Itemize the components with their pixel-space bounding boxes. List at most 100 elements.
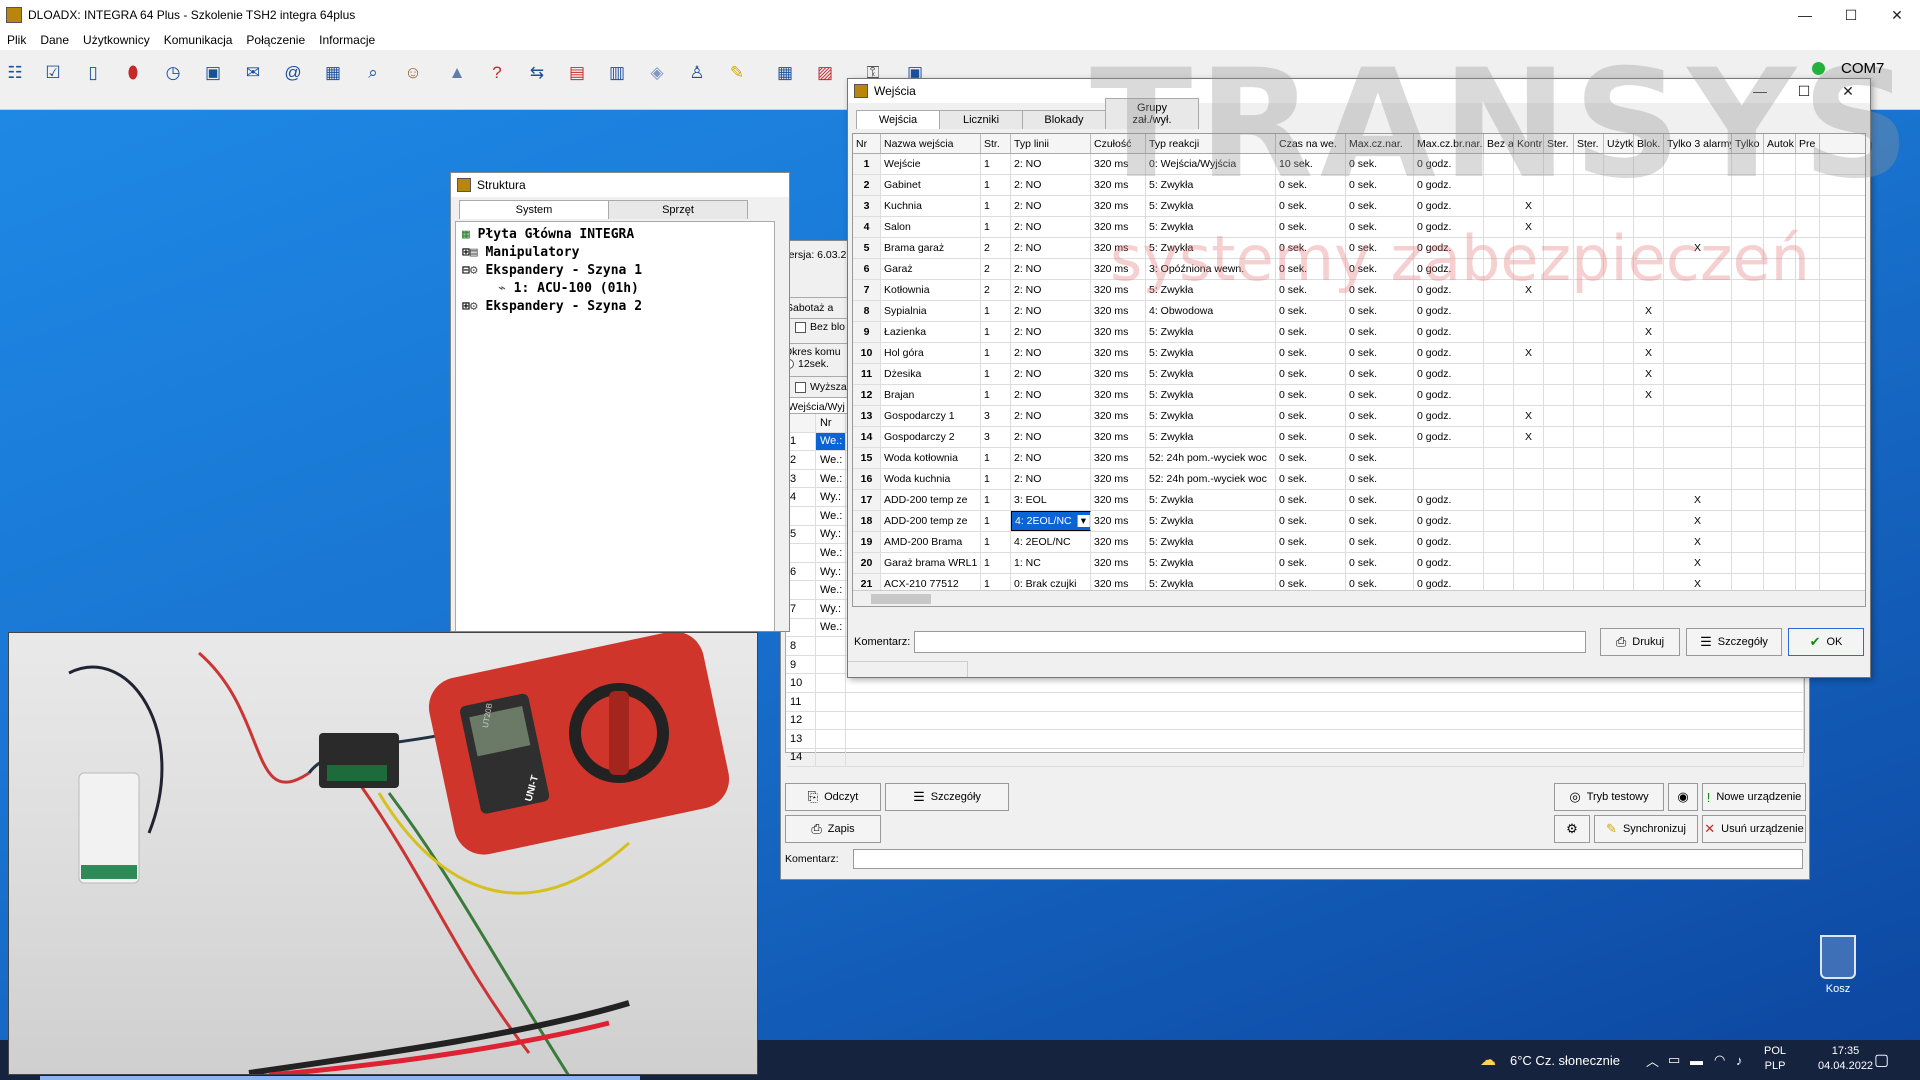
table-cell[interactable]	[1634, 406, 1664, 426]
table-cell[interactable]	[1604, 259, 1634, 279]
column-header[interactable]: Czułość	[1091, 134, 1146, 153]
table-cell[interactable]	[1544, 343, 1574, 363]
table-cell[interactable]: 0 sek.	[1346, 196, 1414, 216]
column-header[interactable]: Nazwa wejścia	[881, 134, 981, 153]
grid-cell-label[interactable]: We.:	[816, 618, 846, 637]
column-header[interactable]: Blok.	[1634, 134, 1664, 153]
menu-komunikacja[interactable]: Komunikacja	[157, 33, 240, 47]
table-cell[interactable]	[1732, 490, 1764, 510]
table-cell[interactable]: 5: Zwykła	[1146, 553, 1276, 573]
grid-row[interactable]: 12	[786, 711, 1804, 731]
table-cell[interactable]: 2: NO	[1011, 364, 1091, 384]
table-cell[interactable]: 0 sek.	[1276, 490, 1346, 510]
table-cell[interactable]: 2: NO	[1011, 154, 1091, 174]
table-cell[interactable]: 320 ms	[1091, 196, 1146, 216]
table-cell[interactable]	[1764, 196, 1796, 216]
close-button[interactable]: ✕	[1826, 76, 1870, 106]
table-cell[interactable]	[1514, 238, 1544, 258]
grid-cell-label[interactable]: Wy.:	[816, 562, 846, 581]
table-cell[interactable]: 0 godz.	[1414, 532, 1484, 552]
table-cell[interactable]: 2: NO	[1011, 301, 1091, 321]
table-cell[interactable]: 5: Zwykła	[1146, 322, 1276, 342]
table-cell[interactable]: 5	[853, 238, 881, 258]
table-cell[interactable]	[1484, 259, 1514, 279]
table-cell[interactable]	[1664, 448, 1732, 468]
table-cell[interactable]	[1574, 343, 1604, 363]
table-cell[interactable]: 1	[981, 532, 1011, 552]
table-cell[interactable]	[1604, 238, 1634, 258]
table-cell[interactable]: 0 sek.	[1346, 259, 1414, 279]
table-cell[interactable]: 320 ms	[1091, 364, 1146, 384]
table-cell[interactable]	[1604, 280, 1634, 300]
table-cell[interactable]: 5: Zwykła	[1146, 490, 1276, 510]
table-cell[interactable]: 320 ms	[1091, 280, 1146, 300]
table-cell[interactable]	[1764, 322, 1796, 342]
chevron-down-icon[interactable]: ▾	[1076, 515, 1090, 527]
table-cell[interactable]: X	[1514, 406, 1544, 426]
column-header[interactable]: Tylko 3 alarmy	[1664, 134, 1732, 153]
table-cell[interactable]	[1732, 427, 1764, 447]
table-cell[interactable]: 2: NO	[1011, 469, 1091, 489]
table-cell[interactable]	[1796, 238, 1820, 258]
table-cell[interactable]: 1	[853, 154, 881, 174]
table-cell[interactable]: 0 sek.	[1346, 301, 1414, 321]
table-cell[interactable]	[1574, 238, 1604, 258]
transfer-icon[interactable]: ⇆	[522, 58, 552, 88]
table-cell[interactable]	[1732, 553, 1764, 573]
table-cell[interactable]: 0 sek.	[1276, 196, 1346, 216]
battery-icon[interactable]: ▬	[1690, 1053, 1703, 1068]
table-cell[interactable]	[1764, 532, 1796, 552]
table-cell[interactable]: 320 ms	[1091, 427, 1146, 447]
table-cell[interactable]	[1544, 385, 1574, 405]
table-cell[interactable]	[1574, 217, 1604, 237]
module-icon[interactable]: ▯	[78, 58, 108, 88]
table-cell[interactable]: 4	[853, 217, 881, 237]
table-cell[interactable]	[1544, 175, 1574, 195]
table-cell[interactable]: 1	[981, 490, 1011, 510]
table-cell[interactable]	[1796, 532, 1820, 552]
table-cell[interactable]: Gospodarczy 2	[881, 427, 981, 447]
table-cell[interactable]: 320 ms	[1091, 217, 1146, 237]
table-cell[interactable]: 320 ms	[1091, 343, 1146, 363]
table-cell[interactable]: 4: 2EOL/NC	[1011, 532, 1091, 552]
tree-node[interactable]: ⊟⚙ Ekspandery - Szyna 1	[462, 262, 768, 280]
table-cell[interactable]	[1574, 511, 1604, 531]
table-cell[interactable]	[1796, 175, 1820, 195]
table-cell[interactable]: X	[1634, 385, 1664, 405]
tree-node[interactable]: ⊞▤ Manipulatory	[462, 244, 768, 262]
table-cell[interactable]	[1732, 238, 1764, 258]
table-cell[interactable]: 0 godz.	[1414, 322, 1484, 342]
sabotaz-field[interactable]: Sabotaż a	[781, 297, 851, 319]
table-cell[interactable]: 1	[981, 175, 1011, 195]
comment-input[interactable]	[914, 631, 1586, 653]
bez-blokowania-checkbox[interactable]: Bez blo	[795, 321, 845, 333]
table-cell[interactable]	[1574, 553, 1604, 573]
table-cell[interactable]	[1604, 322, 1634, 342]
table-row[interactable]: 7 Kotłownia 2 2: NO 320 ms 5: Zwykła 0 sek. 0 s…	[853, 280, 1865, 301]
table-cell[interactable]: 2: NO	[1011, 238, 1091, 258]
module-comment-input[interactable]	[853, 849, 1803, 869]
table-cell[interactable]: 11	[853, 364, 881, 384]
table-cell[interactable]: Dżesika	[881, 364, 981, 384]
table-cell[interactable]	[1574, 469, 1604, 489]
column-header[interactable]: Bez a	[1484, 134, 1514, 153]
table-cell[interactable]: 2: NO	[1011, 280, 1091, 300]
table-cell[interactable]	[1574, 385, 1604, 405]
table-cell[interactable]	[1634, 238, 1664, 258]
table-cell[interactable]: Garaż brama WRL1	[881, 553, 981, 573]
table-cell[interactable]: X	[1634, 364, 1664, 384]
table-cell[interactable]: 2: NO	[1011, 406, 1091, 426]
table-row[interactable]: 14 Gospodarczy 2 3 2: NO 320 ms 5: Zwykła 0 se…	[853, 427, 1865, 448]
table-cell[interactable]	[1544, 196, 1574, 216]
table-cell[interactable]: 5: Zwykła	[1146, 385, 1276, 405]
table-cell[interactable]	[1764, 490, 1796, 510]
table-cell[interactable]	[1732, 154, 1764, 174]
table-cell[interactable]	[1544, 511, 1574, 531]
column-header[interactable]: Pre	[1796, 134, 1820, 153]
table-cell[interactable]: 0 sek.	[1346, 322, 1414, 342]
table-cell[interactable]	[1732, 532, 1764, 552]
table-cell[interactable]: 0 sek.	[1346, 343, 1414, 363]
table-cell[interactable]: 5: Zwykła	[1146, 364, 1276, 384]
table-cell[interactable]: 2	[981, 280, 1011, 300]
table-cell[interactable]	[1732, 364, 1764, 384]
